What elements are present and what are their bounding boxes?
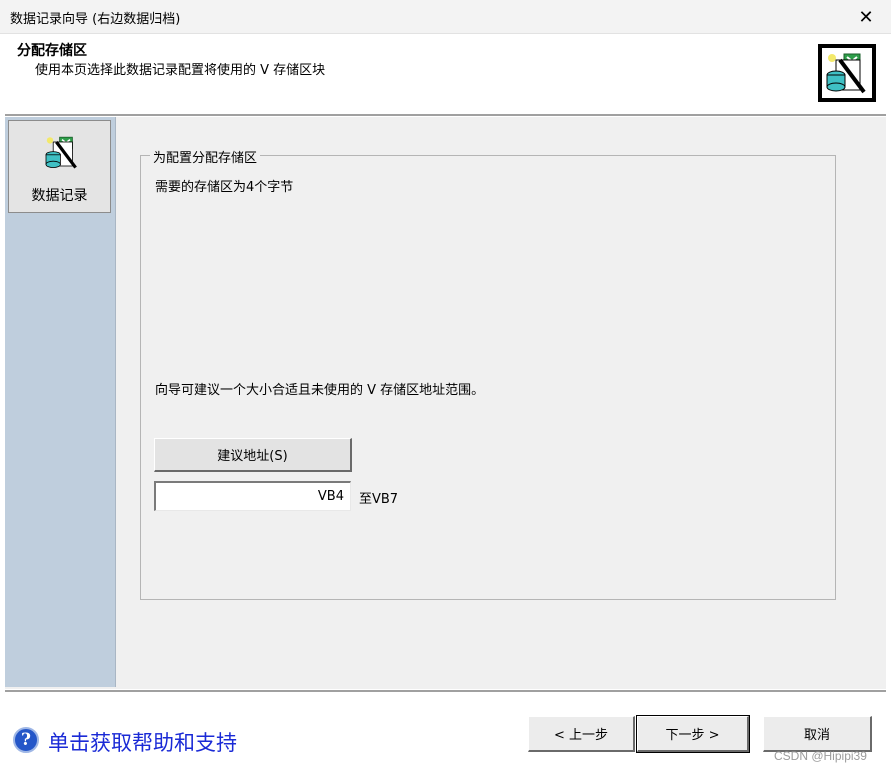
- sidebar: 数据记录: [5, 117, 116, 687]
- next-button[interactable]: 下一步 >: [636, 715, 750, 753]
- page-title: 分配存储区: [17, 43, 87, 59]
- required-memory-text: 需要的存储区为4个字节: [155, 180, 294, 195]
- close-icon: ✕: [858, 6, 874, 28]
- end-address-label: 至VB7: [359, 492, 399, 507]
- close-button[interactable]: ✕: [850, 3, 882, 31]
- cancel-button[interactable]: 取消: [763, 716, 872, 752]
- sidebar-item-label: 数据记录: [31, 188, 88, 204]
- sidebar-item-data-log[interactable]: 数据记录: [8, 120, 111, 213]
- watermark: CSDN @Hipipi39: [774, 749, 867, 763]
- help-link[interactable]: 单击获取帮助和支持: [48, 727, 237, 757]
- help-icon[interactable]: ?: [13, 727, 39, 753]
- memory-allocation-group: 为配置分配存储区 需要的存储区为4个字节 向导可建议一个大小合适且未使用的 V …: [140, 147, 836, 600]
- data-log-icon: [42, 134, 82, 174]
- start-address-input[interactable]: [154, 481, 351, 511]
- window-title: 数据记录向导 (右边数据归档): [10, 12, 181, 27]
- title-bar: 数据记录向导 (右边数据归档) ✕: [0, 0, 891, 34]
- main-panel: 数据记录 为配置分配存储区 需要的存储区为4个字节 向导可建议一个大小合适且未使…: [5, 117, 886, 689]
- suggest-address-button[interactable]: 建议地址(S): [154, 438, 352, 472]
- page-description: 使用本页选择此数据记录配置将使用的 V 存储区块: [35, 63, 326, 78]
- data-log-wizard-icon: [818, 44, 876, 102]
- suggest-address-hint: 向导可建议一个大小合适且未使用的 V 存储区地址范围。: [155, 383, 485, 398]
- group-legend: 为配置分配存储区: [150, 147, 261, 166]
- wizard-header: 分配存储区 使用本页选择此数据记录配置将使用的 V 存储区块: [5, 34, 886, 114]
- footer-divider: [5, 690, 886, 693]
- previous-button[interactable]: < 上一步: [528, 716, 635, 752]
